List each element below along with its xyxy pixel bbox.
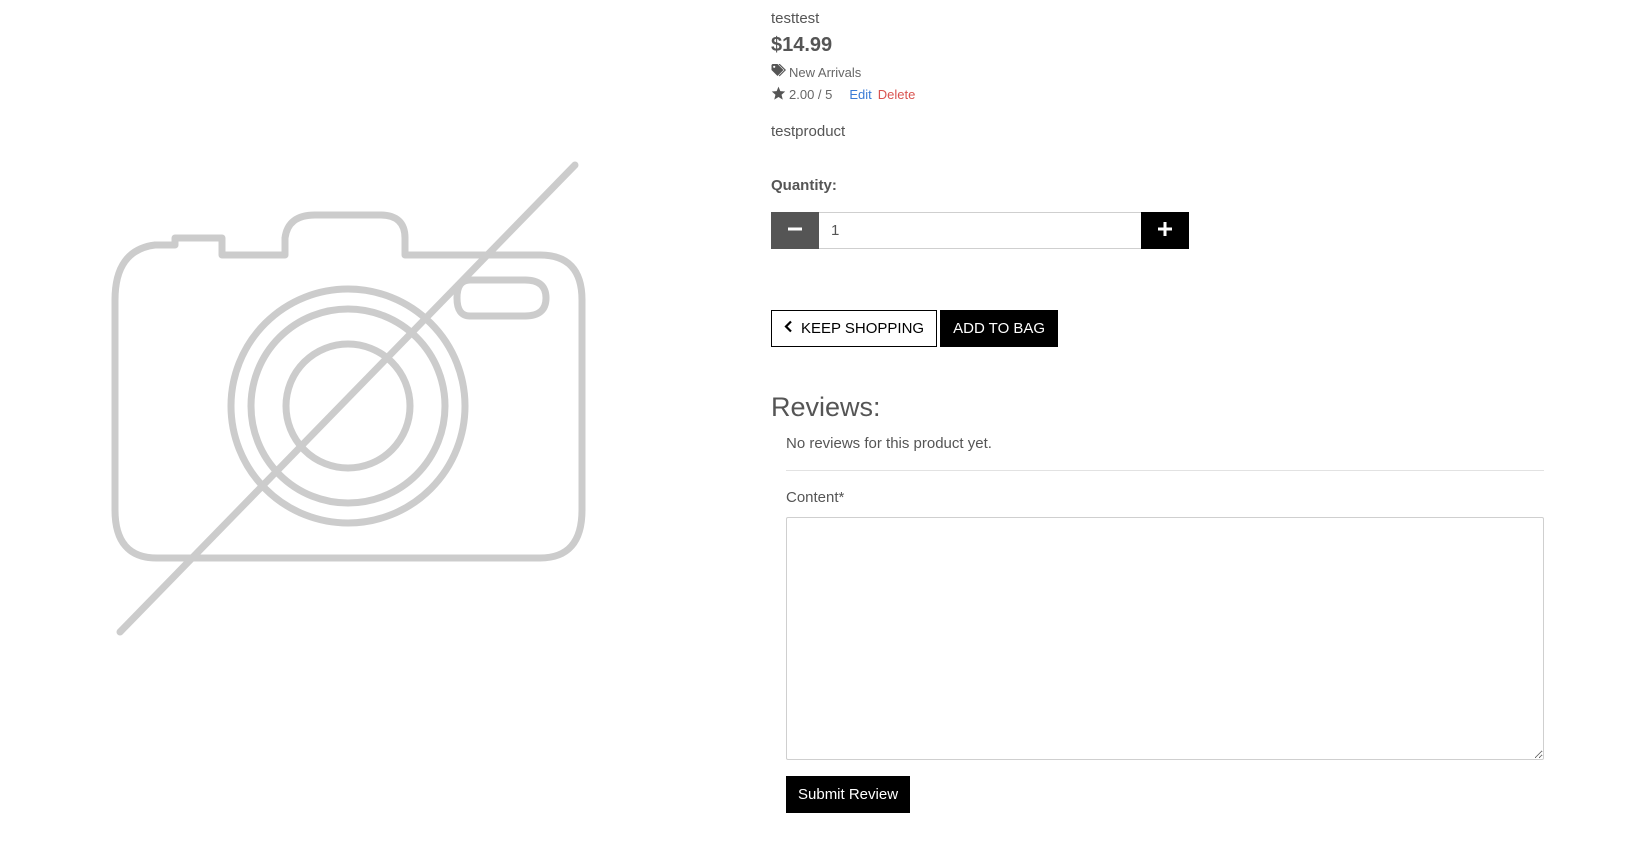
tag-icon (771, 63, 787, 80)
minus-icon (788, 222, 802, 239)
keep-shopping-label: Keep Shopping (801, 320, 925, 337)
edit-product-link[interactable]: Edit (849, 87, 871, 102)
product-name: testtest (771, 10, 820, 27)
product-description: testproduct (771, 123, 846, 140)
submit-review-button[interactable]: Submit Review (786, 776, 911, 813)
increment-quantity-button[interactable] (1141, 212, 1189, 249)
quantity-label: Quantity: (771, 177, 837, 194)
plus-icon (1158, 222, 1172, 239)
quantity-input[interactable] (819, 212, 1141, 249)
product-price: $14.99 (771, 34, 833, 56)
decrement-quantity-button[interactable] (771, 212, 819, 249)
reviews-heading: Reviews: (771, 392, 881, 422)
product-category: New Arrivals (771, 63, 861, 80)
rating-value: 2.00 / 5 (789, 87, 833, 102)
add-to-bag-button[interactable]: Add to Bag (940, 310, 1059, 347)
product-actions: Keep Shopping Add to Bag (771, 310, 1059, 347)
review-content-label: Content* (786, 489, 845, 506)
delete-product-link[interactable]: Delete (878, 87, 916, 102)
product-detail-page: testtest $14.99 New Arrivals 2.00 / 5 Ed… (0, 0, 1639, 860)
divider (786, 470, 1544, 471)
no-image-camera-icon (111, 161, 586, 636)
keep-shopping-button[interactable]: Keep Shopping (771, 310, 938, 347)
quantity-stepper (771, 212, 1189, 249)
review-content-field[interactable] (786, 517, 1544, 760)
chevron-left-icon (784, 320, 793, 337)
category-label[interactable]: New Arrivals (789, 65, 861, 80)
product-image (100, 150, 600, 650)
no-reviews-message: No reviews for this product yet. (786, 435, 992, 452)
star-icon (771, 86, 786, 103)
product-rating: 2.00 / 5 Edit Delete (771, 86, 915, 103)
